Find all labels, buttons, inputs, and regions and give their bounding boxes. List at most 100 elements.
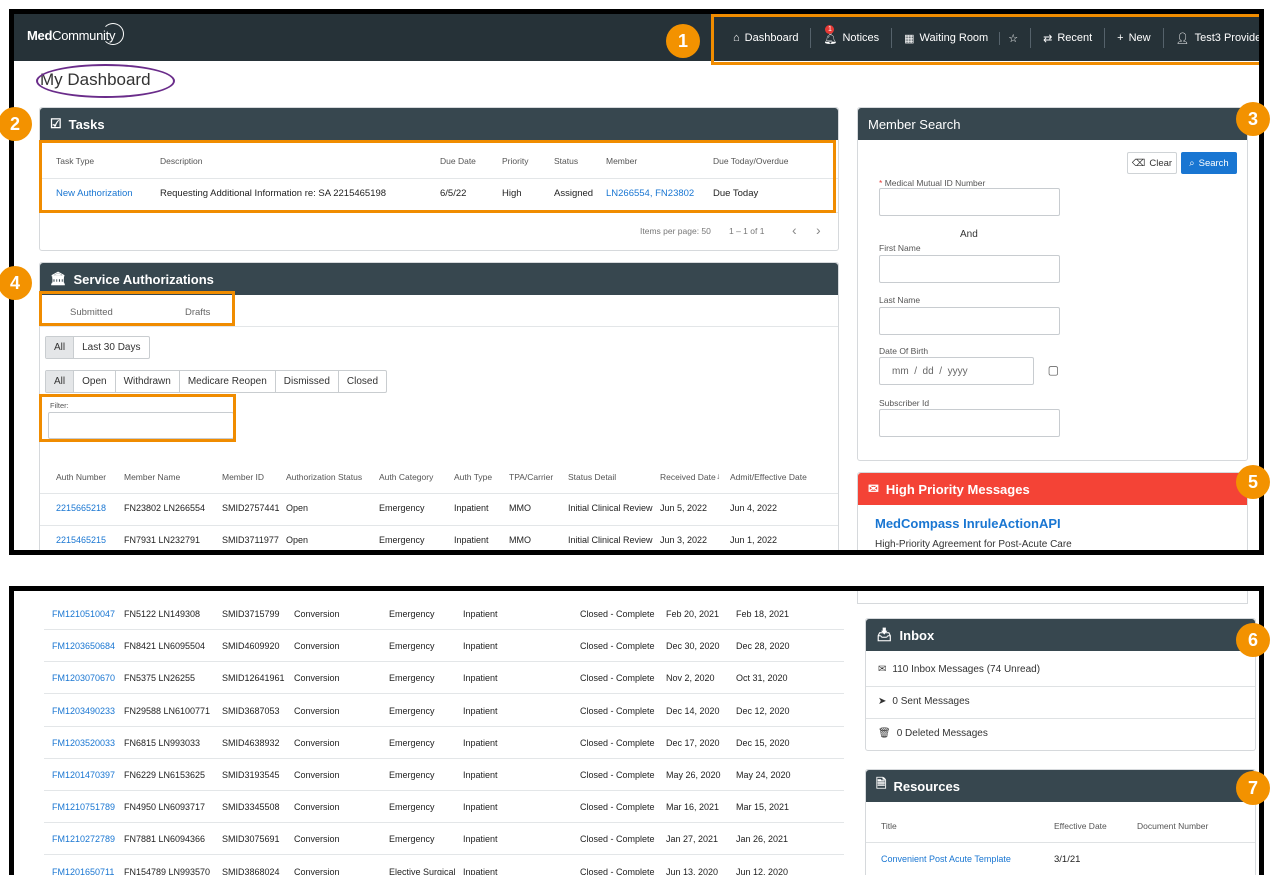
calendar-icon[interactable]: ▢: [1048, 363, 1059, 377]
col-document-number[interactable]: Document Number: [1137, 821, 1208, 831]
table-cell: Dec 15, 2020: [736, 737, 790, 748]
table-cell: Mar 15, 2021: [736, 802, 790, 813]
col-member-name[interactable]: Member Name: [124, 472, 180, 482]
time-filter-last-30-days[interactable]: Last 30 Days: [74, 337, 148, 358]
resource-link[interactable]: Convenient Post Acute Template: [881, 854, 1011, 864]
status-filter-open[interactable]: Open: [74, 371, 116, 392]
callout-badge-6: 6: [1236, 623, 1270, 657]
chevron-right-icon[interactable]: ›: [816, 222, 821, 238]
status-filter-withdrawn[interactable]: Withdrawn: [116, 371, 180, 392]
nav-waiting-room[interactable]: ▦ Waiting Room ☆: [892, 28, 1032, 48]
table-row[interactable]: FM1203490233 FN29588 LN6100771 SMID3687053…: [14, 706, 844, 726]
nav-new[interactable]: + New: [1105, 28, 1164, 48]
chevron-left-icon[interactable]: ‹: [792, 222, 797, 238]
star-icon[interactable]: ☆: [999, 31, 1018, 45]
col-member-id[interactable]: Member ID: [222, 472, 264, 482]
sort-desc-icon[interactable]: ↓: [716, 471, 720, 481]
nav-dashboard[interactable]: ⌂ Dashboard: [721, 28, 812, 48]
col-task-type[interactable]: Task Type: [56, 156, 94, 166]
divider: [40, 326, 838, 327]
table-row[interactable]: FM1210272789 FN7881 LN6094366 SMID3075691 C…: [14, 834, 844, 854]
col-auth-category[interactable]: Auth Category: [379, 472, 433, 482]
search-button[interactable]: ⌕ Search: [1181, 152, 1237, 174]
divider: [44, 854, 844, 856]
inbox-messages-link[interactable]: ✉ 110 Inbox Messages (74 Unread): [878, 664, 1040, 675]
table-cell: Open: [286, 503, 309, 513]
resources-panel: 🗎︎ Resources Title Effective Date Docume…: [865, 769, 1256, 875]
col-auth-type[interactable]: Auth Type: [454, 472, 492, 482]
medical-id-input[interactable]: [879, 188, 1060, 216]
table-row[interactable]: FM1201470397 FN6229 LN6153625 SMID3193545 C…: [14, 770, 844, 790]
col-status-detail[interactable]: Status Detail: [568, 472, 616, 482]
auth-number-link[interactable]: FM1203520033: [52, 738, 115, 748]
subscriber-id-label: Subscriber Id: [879, 398, 930, 408]
tab-submitted[interactable]: Submitted: [70, 307, 113, 318]
nav-notices[interactable]: 🔔︎ 1 Notices: [811, 24, 893, 48]
tab-drafts[interactable]: Drafts: [185, 307, 210, 318]
table-row[interactable]: FM1203520033 FN6815 LN993033 SMID4638932 Co…: [14, 738, 844, 758]
service-authorizations-panel: 🏛︎ Service Authorizations Submitted Draf…: [39, 262, 839, 550]
auth-number-link[interactable]: FM1210272789: [52, 834, 115, 844]
table-cell: SMID3075691: [222, 834, 280, 845]
col-member[interactable]: Member: [606, 156, 637, 166]
table-row[interactable]: FM1210510047 FN5122 LN149308 SMID3715799 Co…: [14, 609, 844, 629]
sent-messages-link[interactable]: ➤ 0 Sent Messages: [878, 696, 970, 707]
task-member-link[interactable]: LN266554, FN23802: [606, 188, 694, 199]
table-cell: Inpatient: [463, 834, 498, 845]
table-cell: Inpatient: [463, 641, 498, 652]
status-filter-all[interactable]: All: [46, 371, 75, 392]
col-status[interactable]: Status: [554, 156, 578, 166]
col-received-date[interactable]: Received Date: [660, 472, 716, 482]
message-title-link[interactable]: MedCompass InruleActionAPI: [875, 516, 1061, 531]
col-due-date[interactable]: Due Date: [440, 156, 476, 166]
auth-number-link[interactable]: FM1203490233: [52, 706, 115, 716]
subscriber-id-input[interactable]: [879, 409, 1060, 437]
col-auth-status[interactable]: Authorization Status: [286, 472, 362, 482]
divider: [44, 629, 844, 630]
auth-number-link[interactable]: 2215465215: [56, 535, 106, 545]
col-due-today[interactable]: Due Today/Overdue: [713, 156, 788, 166]
auth-number-link[interactable]: FM1210510047: [52, 609, 115, 619]
items-per-page[interactable]: Items per page: 50: [640, 226, 711, 236]
auth-number-link[interactable]: FM1210751789: [52, 802, 115, 812]
nav-user-menu[interactable]: 👤︎ Test3 Provider3: [1164, 28, 1259, 48]
col-admit-date[interactable]: Admit/Effective Date: [730, 472, 807, 482]
status-filter-closed[interactable]: Closed: [339, 371, 386, 392]
calendar-check-icon: ☑: [50, 116, 62, 131]
divider: [40, 178, 838, 179]
table-cell: FN29588 LN6100771: [124, 705, 211, 716]
nav-recent[interactable]: ⇄ Recent: [1031, 28, 1106, 48]
clear-button[interactable]: ⌫ Clear: [1127, 152, 1177, 174]
time-filter-group: All Last 30 Days: [45, 336, 150, 359]
table-cell: SMID3687053: [222, 705, 280, 716]
col-tpa-carrier[interactable]: TPA/Carrier: [509, 472, 553, 482]
status-filter-medicare-reopen[interactable]: Medicare Reopen: [180, 371, 276, 392]
col-priority[interactable]: Priority: [502, 156, 528, 166]
table-row[interactable]: FM1201650711 FN154789 LN993570 SMID3868024…: [14, 867, 844, 875]
last-name-input[interactable]: [879, 307, 1060, 335]
col-description[interactable]: Description: [160, 156, 203, 166]
table-cell: Elective Surgical: [389, 866, 456, 875]
status-filter-dismissed[interactable]: Dismissed: [276, 371, 339, 392]
table-row[interactable]: FM1203650684 FN8421 LN6095504 SMID4609920 C…: [14, 641, 844, 661]
time-filter-all[interactable]: All: [46, 337, 75, 358]
task-type-link[interactable]: New Authorization: [56, 188, 133, 199]
table-row[interactable]: FM1203070670 FN5375 LN26255 SMID12641961 Co…: [14, 673, 844, 693]
filter-input[interactable]: [48, 412, 234, 439]
col-effective-date[interactable]: Effective Date: [1054, 821, 1107, 831]
col-auth-number[interactable]: Auth Number: [56, 472, 106, 482]
col-resource-title[interactable]: Title: [881, 821, 897, 831]
table-cell: May 26, 2020: [666, 770, 721, 780]
deleted-messages-link[interactable]: 🗑︎ 0 Deleted Messages: [878, 728, 988, 739]
table-cell: Closed - Complete: [580, 705, 655, 716]
dob-input[interactable]: mm / dd / yyyy ▢: [879, 357, 1059, 385]
auth-number-link[interactable]: FM1201650711: [52, 867, 114, 875]
table-row[interactable]: FM1210751789 FN4950 LN6093717 SMID3345508 C…: [14, 802, 844, 822]
auth-number-link[interactable]: FM1203070670: [52, 673, 115, 683]
divider: [44, 757, 844, 759]
auth-number-link[interactable]: FM1201470397: [52, 770, 115, 780]
first-name-input[interactable]: [879, 255, 1060, 283]
table-cell: Conversion: [294, 737, 340, 748]
auth-number-link[interactable]: FM1203650684: [52, 641, 115, 651]
auth-number-link[interactable]: 2215665218: [56, 503, 106, 513]
